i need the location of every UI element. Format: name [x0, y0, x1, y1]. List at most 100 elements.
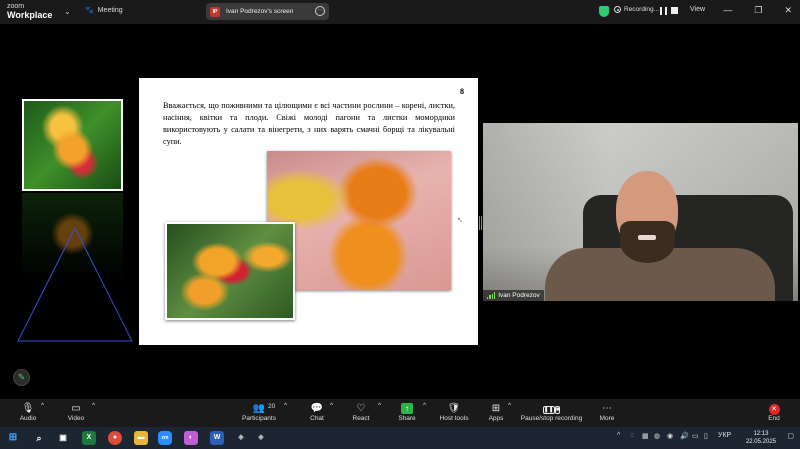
audio-label: Audio: [19, 415, 37, 422]
pause-stop-recording-button[interactable]: ❚❚ ■ Pause/stop recording: [520, 402, 583, 422]
screen-share-indicator[interactable]: IP Ivan Podrezov's screen ···: [206, 3, 329, 20]
video-label: Video: [67, 415, 85, 422]
triangle-decoration: [17, 228, 133, 342]
host-tools-button[interactable]: 🛡 Host tools: [438, 402, 470, 422]
paw-icon: 🐾: [85, 7, 94, 14]
slide-page-number: 8: [460, 87, 464, 96]
tray-app-icon-2[interactable]: ▦: [642, 432, 649, 440]
video-button[interactable]: ▭ Video: [66, 402, 86, 422]
stop-recording-icon[interactable]: [671, 7, 678, 14]
window-controls: — ❐ ✕: [723, 5, 792, 16]
network-icon[interactable]: ▭: [692, 432, 699, 440]
zoom-workplace-logo[interactable]: zoom Workplace: [7, 2, 52, 20]
shield-icon: 🛡: [447, 403, 461, 414]
chat-options-chevron-icon[interactable]: ^: [330, 402, 333, 409]
end-call-icon: ✕: [764, 402, 784, 415]
meeting-toolbar: 🎙 Audio ^ ▭ Video ^ 👥 Participants 20 ^ …: [0, 399, 800, 427]
participant-video-tile[interactable]: Ivan Podrezov: [483, 123, 798, 301]
logo-line2: Workplace: [7, 10, 53, 20]
recording-indicator: Recording...: [614, 6, 659, 13]
person-mouth: [638, 235, 656, 240]
recording-icon: [614, 6, 621, 13]
audio-button[interactable]: 🎙 Audio: [18, 402, 38, 422]
task-view-icon[interactable]: ▣: [56, 431, 70, 445]
notifications-icon[interactable]: ▢: [787, 432, 794, 440]
screen-share-label: Ivan Podrezov's screen: [226, 8, 294, 15]
volume-icon[interactable]: 🔊: [680, 432, 689, 440]
share-screen-icon: ↑: [396, 402, 418, 415]
participants-count-badge: 20: [268, 403, 276, 410]
tray-overflow-icon[interactable]: ^: [617, 432, 620, 439]
zoom-title-bar: zoom Workplace ⌄ 🐾 Meeting IP Ivan Podre…: [0, 0, 800, 24]
chrome-icon[interactable]: ●: [108, 431, 122, 445]
shared-screen: 8 Вважається, що поживними та цілющими є…: [4, 78, 478, 345]
end-meeting-button[interactable]: ✕ End: [764, 402, 784, 422]
close-icon[interactable]: ✕: [784, 5, 792, 16]
more-dots-icon: ⋯: [602, 403, 612, 414]
zoom-app-icon[interactable]: zm: [158, 431, 172, 445]
chat-button[interactable]: 💬 Chat: [306, 402, 328, 422]
slide-thumbnail-pane: [4, 78, 139, 345]
chat-label: Chat: [310, 415, 324, 422]
apps-label: Apps: [488, 415, 504, 422]
messenger-icon[interactable]: ◐: [184, 431, 198, 445]
split-resize-handle[interactable]: [479, 216, 482, 230]
taskbar-clock[interactable]: 12:13 22.05.2025: [746, 430, 776, 446]
audio-options-chevron-icon[interactable]: ^: [41, 402, 44, 409]
participants-options-chevron-icon[interactable]: ^: [284, 402, 287, 409]
recording-button-label: Pause/stop recording: [520, 415, 583, 422]
pause-stop-icon: ❚❚ ■: [542, 406, 561, 414]
word-icon[interactable]: W: [210, 431, 224, 445]
share-options-chevron-icon[interactable]: ^: [423, 402, 426, 409]
video-options-chevron-icon[interactable]: ^: [92, 402, 95, 409]
windows-start-icon[interactable]: ⊞: [6, 431, 20, 445]
person-beard: [620, 221, 675, 263]
excel-icon[interactable]: X: [82, 431, 96, 445]
more-button[interactable]: ⋯ More: [597, 402, 617, 422]
camera-icon: ▭: [71, 403, 81, 414]
pause-recording-icon[interactable]: [660, 7, 667, 15]
file-explorer-icon[interactable]: ▬: [134, 431, 148, 445]
view-label: View: [690, 6, 706, 13]
share-button[interactable]: ↑ Share: [396, 402, 418, 422]
react-button[interactable]: ♡ React: [350, 402, 372, 422]
react-options-chevron-icon[interactable]: ^: [378, 402, 381, 409]
app-icon-1[interactable]: ◈: [234, 431, 248, 445]
momordica-thumbnail-image: [22, 99, 123, 191]
app-icon-2[interactable]: ◈: [254, 431, 268, 445]
more-options-icon[interactable]: ···: [315, 6, 325, 16]
share-label: Share: [398, 415, 416, 422]
microphone-icon: 🎙: [21, 403, 35, 414]
clock-time: 12:13: [753, 431, 769, 437]
security-shield-icon[interactable]: [599, 6, 609, 17]
chevron-down-icon[interactable]: ⌄: [64, 7, 71, 16]
tray-app-icon-1[interactable]: ◌: [630, 432, 634, 439]
recording-label: Recording...: [624, 6, 660, 13]
end-label: End: [768, 415, 780, 422]
search-icon[interactable]: ⌕: [32, 431, 46, 445]
momordica-seeds-photo: [165, 222, 295, 320]
sharer-avatar: IP: [210, 6, 220, 17]
participants-label: Participants: [242, 415, 276, 422]
apps-options-chevron-icon[interactable]: ^: [508, 402, 511, 409]
mouse-cursor-icon: ↖: [457, 217, 463, 224]
react-label: React: [352, 415, 370, 422]
participant-name-tag: Ivan Podrezov: [483, 290, 544, 301]
windows-taskbar: ⊞ ⌕ ▣ X ● ▬ zm ◐ W ◈ ◈ ^ ◌ ▦ ◍ ◉ 🔊 ▭ ▯ У…: [0, 427, 800, 449]
maximize-icon[interactable]: ❐: [754, 5, 762, 16]
chat-bubble-icon: 💬: [310, 403, 324, 414]
slide-body-text: Вважається, що поживними та цілющими є в…: [163, 101, 455, 146]
participant-name: Ivan Podrezov: [498, 292, 540, 299]
apps-button[interactable]: ⊞ Apps: [486, 402, 506, 422]
battery-icon[interactable]: ▯: [704, 432, 708, 440]
language-indicator[interactable]: УКР: [718, 432, 731, 439]
tray-app-icon-4[interactable]: ◉: [667, 432, 673, 440]
view-button[interactable]: View: [690, 6, 705, 13]
minimize-icon[interactable]: —: [723, 5, 732, 16]
meeting-info-button[interactable]: 🐾 Meeting: [85, 6, 123, 15]
signal-strength-icon: [487, 292, 496, 299]
more-label: More: [599, 415, 615, 422]
host-tools-label: Host tools: [439, 415, 469, 422]
annotate-pencil-icon[interactable]: ✎: [13, 369, 30, 386]
tray-app-icon-3[interactable]: ◍: [654, 432, 660, 440]
